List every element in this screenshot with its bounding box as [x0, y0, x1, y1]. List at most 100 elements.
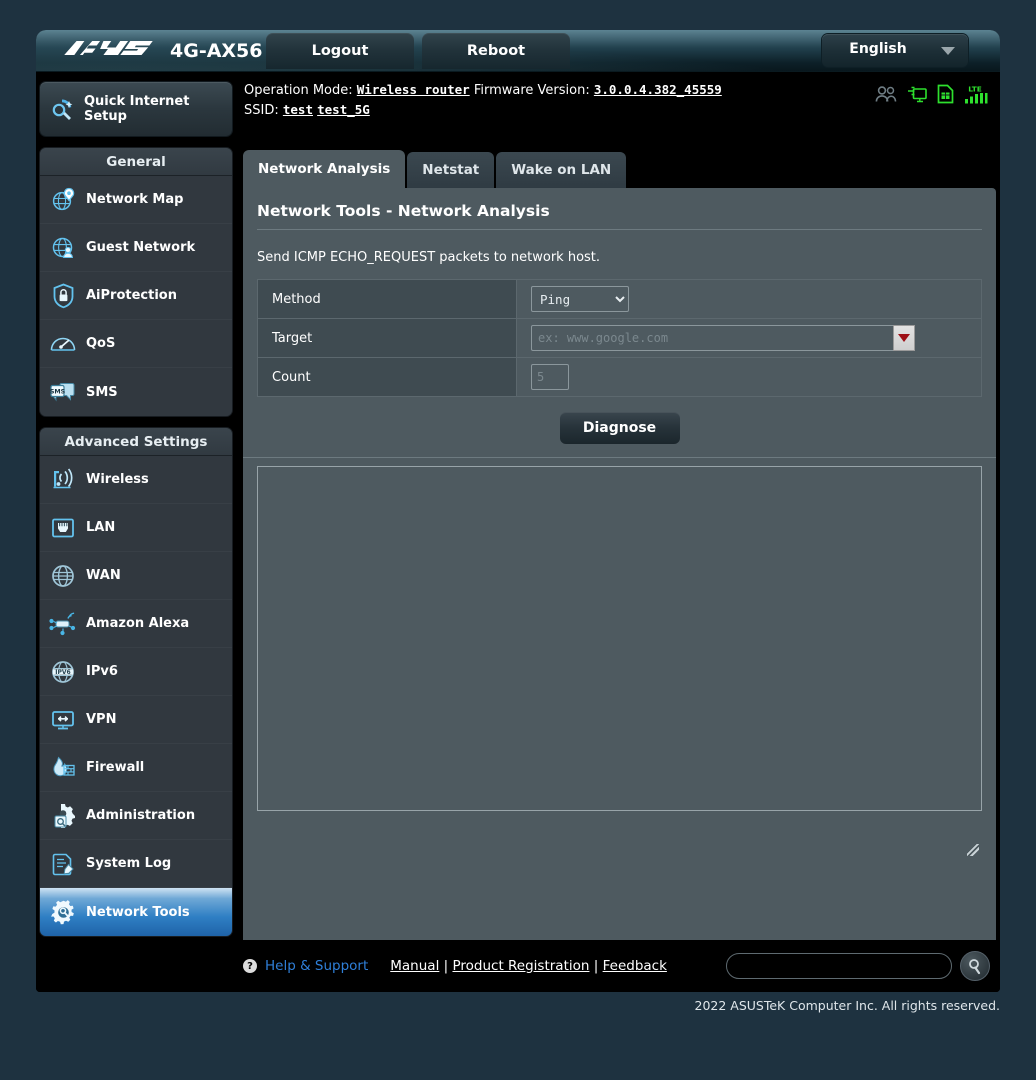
triangle-down-icon [898, 334, 910, 342]
sidebar-item-label: AiProtection [86, 288, 177, 303]
count-label: Count [257, 357, 517, 397]
sim-card-icon[interactable] [937, 84, 954, 108]
table-row-method: Method Ping Traceroute Nslookup [257, 279, 982, 319]
sidebar-item-label: LAN [86, 520, 116, 535]
system-log-icon [40, 851, 86, 877]
sidebar-item-label: Firewall [86, 760, 145, 775]
ipv6-icon: IPV6 [40, 659, 86, 685]
link-separator-1: | [443, 958, 449, 974]
firmware-label: Firmware Version: [473, 83, 590, 98]
operation-mode-value[interactable]: Wireless router [357, 82, 470, 97]
sidebar-item-sms[interactable]: SMS SMS [40, 368, 232, 416]
target-input[interactable] [531, 325, 903, 351]
sidebar-item-aiprotection[interactable]: AiProtection [40, 272, 232, 320]
feedback-link[interactable]: Feedback [603, 958, 667, 974]
usb-device-icon[interactable] [907, 85, 927, 107]
target-field-cell [517, 319, 982, 358]
network-tools-icon [40, 899, 86, 926]
globe-icon [40, 563, 86, 589]
sidebar-item-administration[interactable]: Administration [40, 792, 232, 840]
table-row-count: Count [257, 357, 982, 397]
svg-text:IPV6: IPV6 [55, 668, 70, 675]
sidebar-group-general: General Network Map Guest Network AiProt… [40, 148, 232, 416]
page-description: Send ICMP ECHO_REQUEST packets to networ… [257, 250, 601, 265]
sidebar-group-advanced-header: Advanced Settings [40, 428, 232, 456]
sidebar-item-vpn[interactable]: VPN [40, 696, 232, 744]
language-selector[interactable]: English [822, 34, 968, 67]
link-separator-2: | [593, 958, 599, 974]
sidebar-item-system-log[interactable]: System Log [40, 840, 232, 888]
language-label: English [849, 41, 907, 57]
sidebar-item-wan[interactable]: WAN [40, 552, 232, 600]
sidebar-item-wireless[interactable]: Wireless [40, 456, 232, 504]
tab-netstat[interactable]: Netstat [407, 152, 495, 188]
sidebar: Quick Internet Setup General Network Map… [40, 72, 232, 936]
router-admin-page: 4G-AX56 Logout Reboot English Quick Inte… [0, 0, 1036, 1080]
page-title: Network Tools - Network Analysis [257, 202, 982, 230]
sidebar-item-quick-internet-setup[interactable]: Quick Internet Setup [40, 82, 232, 136]
help-question-icon: ? [243, 959, 257, 973]
alexa-icon [40, 612, 86, 636]
logout-button[interactable]: Logout [266, 33, 414, 69]
sidebar-item-label: QoS [86, 336, 116, 351]
sidebar-item-label: Administration [86, 808, 196, 823]
footer-bar: ? Help & Support Manual | Product Regist… [36, 940, 1000, 992]
lte-signal-icon[interactable]: LTE [964, 84, 988, 108]
sidebar-item-qos[interactable]: QoS [40, 320, 232, 368]
svg-text:LTE: LTE [968, 84, 982, 93]
app-shell: 4G-AX56 Logout Reboot English Quick Inte… [36, 30, 1000, 992]
sidebar-item-lan[interactable]: LAN [40, 504, 232, 552]
guest-network-icon [40, 234, 86, 261]
help-support-label: Help & Support [265, 958, 369, 974]
reboot-button[interactable]: Reboot [422, 33, 570, 69]
body-area: Quick Internet Setup General Network Map… [36, 72, 1000, 992]
sidebar-item-firewall[interactable]: Firewall [40, 744, 232, 792]
tab-network-analysis[interactable]: Network Analysis [243, 150, 406, 188]
top-banner: 4G-AX56 Logout Reboot English [36, 30, 1000, 72]
ssid-label: SSID: [244, 103, 279, 118]
sidebar-item-network-tools[interactable]: Network Tools [40, 888, 232, 936]
sidebar-group-advanced: Advanced Settings Wireless LAN WAN Amazo… [40, 428, 232, 936]
faq-search-input[interactable] [726, 953, 952, 979]
router-model: 4G-AX56 [170, 40, 263, 62]
method-select[interactable]: Ping Traceroute Nslookup [531, 286, 629, 312]
product-registration-link[interactable]: Product Registration [452, 958, 589, 974]
sidebar-item-label: Network Map [86, 192, 184, 207]
gauge-icon [40, 332, 86, 356]
svg-text:SMS: SMS [50, 388, 66, 395]
method-label: Method [257, 279, 517, 319]
sms-icon: SMS [40, 380, 86, 404]
status-info-bar: Operation Mode: Wireless router Firmware… [244, 80, 996, 120]
sidebar-item-amazon-alexa[interactable]: Amazon Alexa [40, 600, 232, 648]
sidebar-item-label: IPv6 [86, 664, 118, 679]
sidebar-item-guest-network[interactable]: Guest Network [40, 224, 232, 272]
vpn-icon [40, 708, 86, 732]
clients-icon[interactable] [875, 85, 897, 107]
ssid-5g-value[interactable]: test_5G [317, 102, 370, 117]
sidebar-item-label: SMS [86, 384, 118, 400]
textarea-resize-handle[interactable] [967, 844, 979, 856]
diagnose-button[interactable]: Diagnose [559, 412, 680, 444]
sidebar-item-label: Amazon Alexa [86, 616, 190, 631]
tab-wake-on-lan[interactable]: Wake on LAN [496, 152, 627, 188]
sidebar-item-label: System Log [86, 856, 172, 871]
manual-link[interactable]: Manual [390, 958, 439, 974]
footer-left: ? Help & Support Manual | Product Regist… [243, 958, 667, 974]
faq-search-button[interactable] [960, 951, 990, 981]
asus-logo-svg [64, 41, 153, 55]
content-panel: Network Tools - Network Analysis Send IC… [243, 188, 996, 978]
diagnosis-output-textarea[interactable] [257, 466, 982, 811]
search-icon [968, 958, 980, 974]
sidebar-group-general-header: General [40, 148, 232, 176]
sidebar-item-label: VPN [86, 712, 117, 727]
ssid-2g-value[interactable]: test [283, 102, 313, 117]
count-input[interactable] [531, 364, 569, 390]
sidebar-item-ipv6[interactable]: IPV6 IPv6 [40, 648, 232, 696]
target-history-dropdown-button[interactable] [893, 325, 915, 351]
sidebar-item-network-map[interactable]: Network Map [40, 176, 232, 224]
lan-port-icon [40, 516, 86, 540]
count-field-cell [517, 358, 982, 397]
sidebar-item-label: Wireless [86, 472, 149, 487]
firewall-flame-icon [40, 755, 86, 781]
firmware-version-value[interactable]: 3.0.0.4.382_45559 [594, 82, 722, 97]
